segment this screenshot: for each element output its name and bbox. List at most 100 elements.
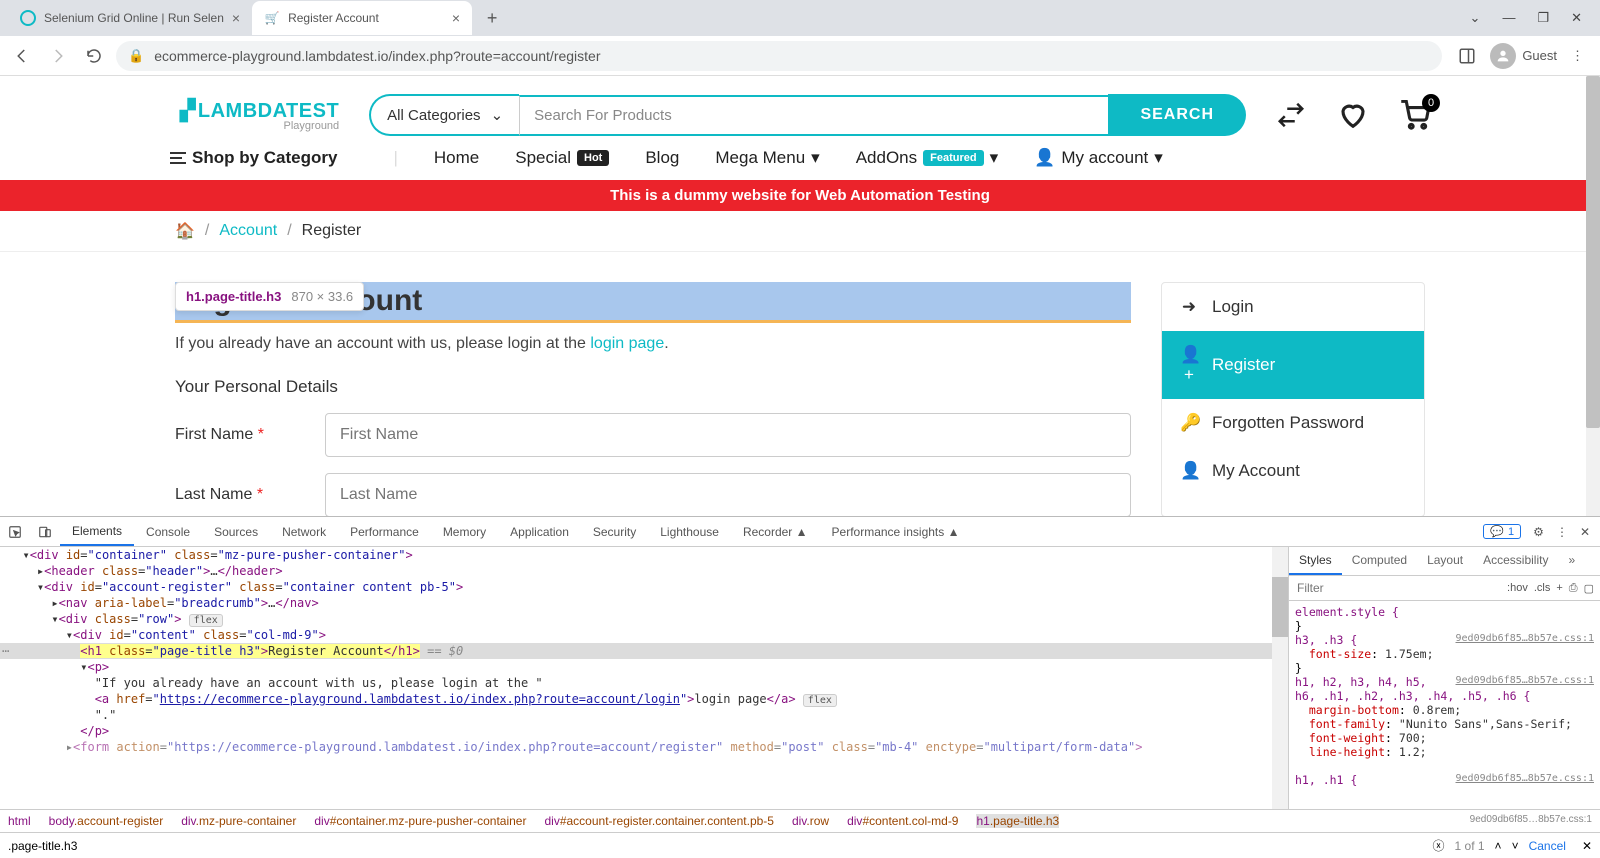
device-icon[interactable]	[30, 525, 60, 539]
nav-bar: Shop by Category | Home Special Hot Blog…	[0, 136, 1600, 180]
login-page-link[interactable]: login page	[590, 335, 664, 352]
breadcrumb-register: Register	[302, 222, 362, 240]
lock-icon: 🔒	[128, 48, 144, 64]
last-name-input[interactable]	[325, 473, 1131, 516]
nav-home[interactable]: Home	[434, 148, 479, 168]
elements-panel[interactable]: ▾<div id="container" class="mz-pure-push…	[0, 547, 1272, 809]
cls-toggle[interactable]: .cls	[1534, 582, 1551, 594]
compare-icon[interactable]	[1276, 100, 1306, 130]
print-icon[interactable]: ⎙	[1569, 582, 1578, 595]
page-scrollbar[interactable]: ▲	[1586, 76, 1600, 516]
crumb-div-content: div#content.col-md-9	[847, 814, 958, 828]
elements-search-input[interactable]	[8, 839, 1423, 853]
chevron-down-icon[interactable]: ⌄	[1470, 10, 1481, 26]
tab-sources[interactable]: Sources	[202, 517, 270, 546]
styles-rules[interactable]: element.style { } 9ed09db6f85…8b57e.css:…	[1289, 601, 1600, 809]
nav-addons[interactable]: AddOns Featured ▾	[856, 148, 998, 168]
search-input[interactable]: Search For Products	[519, 95, 1108, 136]
tab-security[interactable]: Security	[581, 517, 648, 546]
styles-tab-computed[interactable]: Computed	[1342, 547, 1417, 575]
styles-tab-accessibility[interactable]: Accessibility	[1473, 547, 1558, 575]
inspect-icon[interactable]	[0, 525, 30, 539]
styles-tab-styles[interactable]: Styles	[1289, 547, 1342, 575]
crumb-div-container: div#container.mz-pure-pusher-container	[314, 814, 526, 828]
nav-special[interactable]: Special Hot	[515, 148, 609, 168]
home-icon[interactable]: 🏠	[175, 221, 195, 241]
tooltip-dimensions: 870 × 33.6	[291, 289, 353, 304]
tab-register[interactable]: 🛒 Register Account ×	[252, 1, 472, 35]
styles-tab-layout[interactable]: Layout	[1417, 547, 1473, 575]
first-name-input[interactable]	[325, 413, 1131, 457]
breadcrumb-account[interactable]: Account	[219, 222, 277, 240]
tab-performance[interactable]: Performance	[338, 517, 431, 546]
new-tab-button[interactable]: +	[478, 4, 506, 32]
devtools: Elements Console Sources Network Perform…	[0, 516, 1600, 858]
forward-button[interactable]	[44, 42, 72, 70]
search-cancel[interactable]: Cancel	[1529, 839, 1566, 853]
sidebar-item-my-account[interactable]: 👤 My Account	[1162, 447, 1424, 495]
fieldset-personal-details: Your Personal Details	[175, 377, 1131, 397]
styles-tabs: Styles Computed Layout Accessibility »	[1289, 547, 1600, 576]
gear-icon[interactable]: ⚙	[1533, 525, 1544, 539]
crumb-div-account-register: div#account-register.container.content.p…	[544, 814, 773, 828]
crumb-div-pure: div.mz-pure-container	[181, 814, 296, 828]
search-group: All Categories ⌄ Search For Products SEA…	[369, 94, 1246, 136]
site-header: ▞LAMBDATEST Playground All Categories ⌄ …	[0, 76, 1600, 136]
next-match-icon[interactable]: ˅	[1512, 839, 1519, 853]
close-icon[interactable]: ✕	[1580, 525, 1590, 539]
banner: This is a dummy website for Web Automati…	[0, 180, 1600, 211]
hamburger-icon	[170, 152, 186, 164]
more-icon[interactable]: ⋮	[1556, 525, 1568, 539]
reload-button[interactable]	[80, 42, 108, 70]
url-text: ecommerce-playground.lambdatest.io/index…	[154, 48, 600, 64]
tab-lighthouse[interactable]: Lighthouse	[648, 517, 731, 546]
box-icon[interactable]: ▢	[1584, 582, 1594, 595]
issues-badge[interactable]: 💬 1	[1483, 524, 1521, 539]
nav-mega-menu[interactable]: Mega Menu ▾	[715, 148, 819, 168]
person-icon: 👤	[1180, 461, 1198, 481]
elements-breadcrumb[interactable]: html body.account-register div.mz-pure-c…	[0, 809, 1600, 832]
wishlist-icon[interactable]	[1338, 100, 1368, 130]
sidebar-item-forgotten-password[interactable]: 🔑 Forgotten Password	[1162, 399, 1424, 447]
close-icon[interactable]: ✕	[1582, 839, 1592, 853]
prev-match-icon[interactable]: ˄	[1495, 839, 1502, 853]
plus-icon[interactable]: +	[1556, 582, 1562, 594]
caret-down-icon: ▾	[811, 148, 820, 168]
panel-icon[interactable]	[1458, 47, 1476, 65]
close-icon[interactable]: ×	[232, 10, 240, 26]
nav-my-account[interactable]: 👤 My account ▾	[1034, 148, 1163, 168]
address-bar[interactable]: 🔒 ecommerce-playground.lambdatest.io/ind…	[116, 41, 1442, 71]
back-button[interactable]	[8, 42, 36, 70]
tab-application[interactable]: Application	[498, 517, 581, 546]
tab-console[interactable]: Console	[134, 517, 202, 546]
tab-title: Selenium Grid Online | Run Selen	[44, 11, 224, 25]
tab-elements[interactable]: Elements	[60, 517, 134, 546]
tab-network[interactable]: Network	[270, 517, 338, 546]
tab-selenium[interactable]: Selenium Grid Online | Run Selen ×	[8, 1, 252, 35]
close-icon[interactable]: ×	[452, 10, 460, 26]
nav-shop-by-category[interactable]: Shop by Category	[170, 148, 337, 168]
sidebar-item-login[interactable]: ➜ Login	[1162, 283, 1424, 331]
maximize-icon[interactable]: ❐	[1537, 10, 1549, 26]
hov-toggle[interactable]: :hov	[1507, 582, 1528, 594]
crumb-body: body.account-register	[49, 814, 164, 828]
styles-tab-more[interactable]: »	[1558, 547, 1585, 575]
sidebar-item-register[interactable]: 👤+ Register	[1162, 331, 1424, 399]
clear-icon[interactable]: ⓧ	[1433, 837, 1445, 854]
category-dropdown[interactable]: All Categories ⌄	[369, 94, 519, 136]
minimize-icon[interactable]: —	[1502, 10, 1515, 26]
search-button[interactable]: SEARCH	[1108, 94, 1246, 136]
cart-icon[interactable]: 0	[1400, 100, 1430, 130]
close-window-icon[interactable]: ✕	[1571, 10, 1582, 26]
tab-performance-insights[interactable]: Performance insights ▲	[820, 517, 972, 546]
elements-scrollbar[interactable]	[1272, 547, 1288, 809]
guest-chip[interactable]: Guest	[1490, 43, 1557, 69]
devtools-tabs: Elements Console Sources Network Perform…	[0, 517, 1600, 547]
form-row-first-name: First Name *	[175, 413, 1131, 457]
logo[interactable]: ▞LAMBDATEST Playground	[180, 98, 339, 132]
tab-memory[interactable]: Memory	[431, 517, 498, 546]
menu-icon[interactable]: ⋮	[1571, 48, 1584, 64]
tab-recorder[interactable]: Recorder ▲	[731, 517, 820, 546]
nav-blog[interactable]: Blog	[645, 148, 679, 168]
styles-filter-input[interactable]	[1289, 576, 1501, 600]
